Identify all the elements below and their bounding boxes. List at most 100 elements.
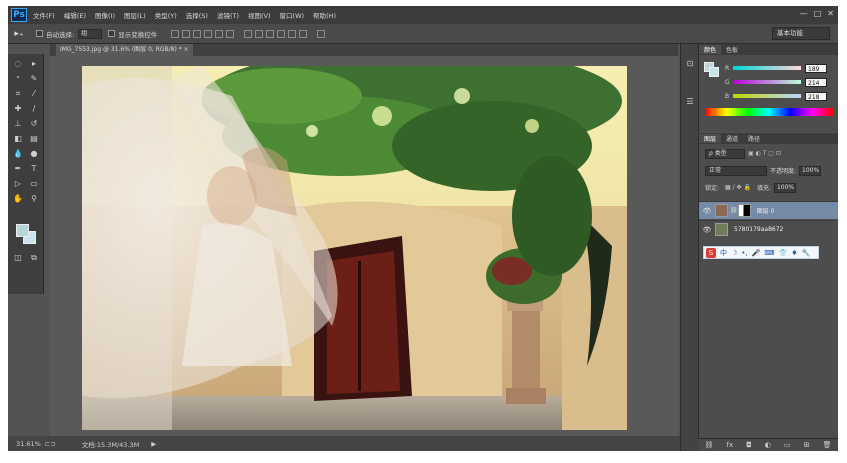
align-left-icon[interactable]: [204, 29, 213, 38]
ime-moon-icon[interactable]: ☽: [731, 249, 737, 257]
history-brush-icon[interactable]: ↺: [27, 118, 41, 130]
workspace-switcher[interactable]: 基本功能: [772, 27, 830, 40]
fill-field[interactable]: 100%: [773, 182, 796, 193]
close-button[interactable]: ✕: [827, 9, 834, 18]
red-slider[interactable]: [733, 66, 801, 70]
layer-name[interactable]: 5780179aa8672: [734, 226, 783, 233]
properties-panel-icon[interactable]: ☰: [683, 96, 697, 108]
layer-row-photo[interactable]: 👁 5780179aa8672: [699, 220, 838, 238]
distribute-left-icon[interactable]: [277, 29, 286, 38]
align-hcenter-icon[interactable]: [215, 29, 224, 38]
layer-filter-dropdown[interactable]: ρ 类型: [705, 148, 745, 159]
layer-name[interactable]: 图层 0: [757, 206, 775, 215]
minimize-button[interactable]: —: [800, 9, 808, 18]
menu-layer[interactable]: 图层(L): [124, 10, 146, 20]
blue-slider[interactable]: [733, 94, 801, 98]
share-icon[interactable]: ⊏⊐: [45, 440, 56, 448]
zoom-tool-icon[interactable]: ⚲: [27, 193, 41, 205]
menu-filter[interactable]: 滤镜(T): [217, 10, 239, 20]
layer-row-layer-0[interactable]: 👁 ⛓ 图层 0: [699, 201, 838, 219]
red-value-field[interactable]: 189: [805, 63, 827, 73]
document-tab[interactable]: IMG_7553.jpg @ 31.6% (图层 0, RGB/8) * ×: [56, 44, 193, 56]
align-vcenter-icon[interactable]: [182, 29, 191, 38]
auto-select-checkbox[interactable]: [36, 30, 43, 37]
clone-stamp-icon[interactable]: ⊥: [11, 118, 25, 130]
tab-layers[interactable]: 图层: [699, 134, 722, 143]
tab-swatches[interactable]: 色板: [721, 45, 743, 54]
layer-mask-thumbnail[interactable]: [737, 204, 751, 217]
visibility-eye-icon[interactable]: 👁: [699, 226, 715, 234]
ime-chinese-mode[interactable]: 中: [720, 248, 727, 258]
zoom-level[interactable]: 31.61%: [16, 440, 41, 448]
history-panel-icon[interactable]: ⊡: [683, 58, 697, 70]
status-menu-arrow[interactable]: ▶: [151, 440, 156, 448]
ime-keyboard-icon[interactable]: ⌨: [764, 249, 774, 257]
tab-color[interactable]: 颜色: [699, 45, 722, 54]
sogou-logo[interactable]: S: [706, 247, 716, 258]
ime-punctuation-icon[interactable]: •,: [741, 249, 747, 257]
adjustment-layer-icon[interactable]: ◐: [765, 441, 771, 449]
gradient-tool-icon[interactable]: ▤: [27, 133, 41, 145]
lasso-tool-icon[interactable]: ᐤ: [11, 73, 25, 85]
menu-edit[interactable]: 编辑(E): [64, 10, 86, 20]
maximize-button[interactable]: □: [814, 9, 822, 18]
tab-channels[interactable]: 通道: [721, 134, 743, 143]
healing-brush-icon[interactable]: ✚: [11, 103, 25, 115]
foreground-color-swatch[interactable]: [16, 224, 29, 237]
align-right-icon[interactable]: [226, 29, 235, 38]
shape-tool-icon[interactable]: ▭: [27, 178, 41, 190]
dodge-tool-icon[interactable]: ●: [27, 148, 41, 160]
visibility-eye-icon[interactable]: 👁: [699, 207, 715, 215]
quick-mask-icon[interactable]: ◫: [11, 252, 25, 264]
lock-icons[interactable]: ▦ ∕ ✥ 🔒: [725, 184, 751, 191]
green-value-field[interactable]: 214: [805, 77, 827, 87]
quick-select-tool-icon[interactable]: ✎: [27, 73, 41, 85]
document-photo[interactable]: [82, 66, 627, 430]
blue-value-field[interactable]: 218: [805, 91, 827, 101]
link-layers-icon[interactable]: ⛓: [705, 441, 714, 449]
new-layer-icon[interactable]: ⊞: [804, 441, 810, 449]
type-tool-icon[interactable]: T: [27, 163, 41, 175]
distribute-vcenter-icon[interactable]: [255, 29, 264, 38]
move-tool-preset-icon[interactable]: ▸₊: [8, 29, 30, 39]
show-transform-checkbox[interactable]: [108, 30, 116, 37]
crop-tool-icon[interactable]: ⌗: [11, 88, 25, 100]
color-bg-swatch[interactable]: [709, 67, 719, 77]
ime-settings-icon[interactable]: 🔧: [801, 249, 810, 257]
ime-tool-icon[interactable]: ♦: [791, 249, 797, 257]
filter-icons[interactable]: ▣ ◐ T ▢ ⊡: [748, 150, 781, 157]
green-slider[interactable]: [733, 80, 801, 84]
ime-skin-icon[interactable]: 👕: [778, 249, 787, 257]
add-style-icon[interactable]: fx: [726, 441, 733, 449]
opacity-field[interactable]: 100%: [799, 165, 822, 176]
tab-paths[interactable]: 路径: [743, 134, 765, 143]
menu-file[interactable]: 文件(F): [33, 10, 55, 20]
auto-select-dropdown[interactable]: 组: [78, 28, 103, 39]
marquee-tool-icon[interactable]: ◌: [11, 58, 25, 70]
pen-tool-icon[interactable]: ✒: [11, 163, 25, 175]
blur-tool-icon[interactable]: 💧: [11, 148, 25, 160]
eyedropper-tool-icon[interactable]: ⁄: [27, 88, 41, 100]
new-group-icon[interactable]: ▭: [784, 441, 791, 449]
align-bottom-icon[interactable]: [193, 29, 202, 38]
distribute-bottom-icon[interactable]: [266, 29, 275, 38]
screen-mode-icon[interactable]: ⧉: [27, 252, 41, 264]
ime-microphone-icon[interactable]: 🎤: [752, 249, 761, 257]
menu-type[interactable]: 类型(Y): [155, 10, 177, 20]
move-tool-icon[interactable]: ▸: [27, 58, 41, 70]
distribute-top-icon[interactable]: [244, 29, 253, 38]
menu-select[interactable]: 选择(S): [186, 10, 208, 20]
eraser-tool-icon[interactable]: ◧: [11, 133, 25, 145]
distribute-hcenter-icon[interactable]: [288, 29, 297, 38]
color-spectrum-bar[interactable]: [705, 108, 833, 116]
hand-tool-icon[interactable]: ✋: [11, 193, 25, 205]
auto-align-icon[interactable]: [317, 29, 326, 38]
menu-window[interactable]: 窗口(W): [280, 10, 305, 20]
path-select-icon[interactable]: ▷: [11, 178, 25, 190]
align-top-icon[interactable]: [171, 29, 180, 38]
menu-image[interactable]: 图像(I): [95, 10, 115, 20]
brush-tool-icon[interactable]: ∕: [27, 103, 41, 115]
blend-mode-dropdown[interactable]: 正常: [705, 165, 767, 176]
menu-view[interactable]: 视图(V): [248, 10, 271, 20]
distribute-right-icon[interactable]: [299, 29, 308, 38]
